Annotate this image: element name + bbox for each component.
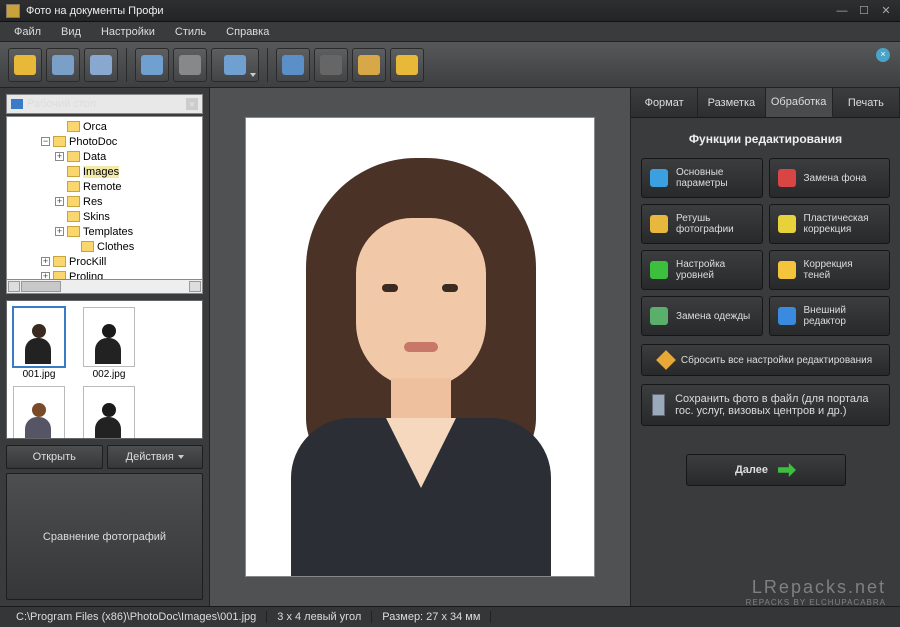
edit-bars-icon[interactable]: Настройка уровней bbox=[641, 250, 763, 290]
edit-gear-icon[interactable]: Основные параметры bbox=[641, 158, 763, 198]
preview-area bbox=[210, 88, 630, 606]
folder-tree[interactable]: Orca−PhotoDoc+Data Images Remote+Res Ski… bbox=[6, 116, 203, 280]
home-icon[interactable] bbox=[352, 48, 386, 82]
print-icon[interactable] bbox=[84, 48, 118, 82]
gear-icon bbox=[650, 169, 668, 187]
edit-flag-icon[interactable]: Замена фона bbox=[769, 158, 891, 198]
floppy-icon bbox=[652, 394, 665, 416]
window-title: Фото на документы Профи bbox=[26, 5, 828, 17]
edit-wand-icon[interactable]: Пластическая коррекция bbox=[769, 204, 891, 244]
location-combo[interactable]: Рабочий стол ▾ bbox=[6, 94, 203, 114]
photo-preview[interactable] bbox=[245, 117, 595, 577]
folder-icon bbox=[67, 121, 80, 132]
folder-icon bbox=[67, 151, 80, 162]
status-size: Размер: 27 x 34 мм bbox=[372, 611, 491, 623]
menu-Настройки[interactable]: Настройки bbox=[91, 24, 165, 40]
bars-icon bbox=[650, 261, 668, 279]
open-button[interactable]: Открыть bbox=[6, 445, 103, 469]
close-button[interactable]: ✕ bbox=[878, 4, 894, 18]
tree-scrollbar[interactable] bbox=[6, 280, 203, 294]
maximize-button[interactable]: ☐ bbox=[856, 4, 872, 18]
menubar: ФайлВидНастройкиСтильСправка bbox=[0, 22, 900, 42]
actions-button[interactable]: Действия bbox=[107, 445, 204, 469]
tree-item[interactable]: +Templates bbox=[7, 224, 202, 239]
thumbnail[interactable]: 6.jpg bbox=[81, 386, 137, 439]
folder-icon bbox=[67, 166, 80, 177]
tab-Печать[interactable]: Печать bbox=[833, 88, 900, 117]
tree-item[interactable]: Images bbox=[7, 164, 202, 179]
folder-icon bbox=[67, 211, 80, 222]
eraser-icon bbox=[656, 350, 676, 370]
titlebar: Фото на документы Профи ― ☐ ✕ bbox=[0, 0, 900, 22]
folder-icon bbox=[67, 196, 80, 207]
statusbar: C:\Program Files (x86)\PhotoDoc\Images\0… bbox=[0, 606, 900, 627]
preview-icon[interactable] bbox=[211, 48, 259, 82]
menu-Справка[interactable]: Справка bbox=[216, 24, 279, 40]
save-icon[interactable] bbox=[46, 48, 80, 82]
folder-icon bbox=[53, 256, 66, 267]
thumbnail[interactable]: 001.jpg bbox=[11, 307, 67, 380]
location-combo-label: Рабочий стол bbox=[27, 98, 96, 110]
tab-Разметка[interactable]: Разметка bbox=[698, 88, 765, 117]
tree-item[interactable]: Remote bbox=[7, 179, 202, 194]
menu-Файл[interactable]: Файл bbox=[4, 24, 51, 40]
next-button[interactable]: Далее bbox=[686, 454, 846, 486]
edit-bulb-icon[interactable]: Коррекция теней bbox=[769, 250, 891, 290]
tree-item[interactable]: +Res bbox=[7, 194, 202, 209]
folder-icon bbox=[53, 136, 66, 147]
help-icon[interactable] bbox=[276, 48, 310, 82]
minimize-button[interactable]: ― bbox=[834, 4, 850, 18]
status-path: C:\Program Files (x86)\PhotoDoc\Images\0… bbox=[6, 611, 267, 623]
monitor-icon bbox=[778, 307, 796, 325]
status-corner: 3 x 4 левый угол bbox=[267, 611, 372, 623]
edit-panel: Функции редактирования Основные параметр… bbox=[631, 118, 900, 496]
film-icon[interactable] bbox=[314, 48, 348, 82]
app-icon bbox=[6, 4, 20, 18]
camera-icon[interactable] bbox=[173, 48, 207, 82]
tree-item[interactable]: −PhotoDoc bbox=[7, 134, 202, 149]
thumbnail[interactable]: 003.jpg bbox=[11, 386, 67, 439]
chevron-down-icon bbox=[178, 455, 184, 459]
palette-icon bbox=[650, 215, 668, 233]
tab-Обработка[interactable]: Обработка bbox=[766, 88, 833, 117]
toolbar: × bbox=[0, 42, 900, 88]
edit-palette-icon[interactable]: Ретушь фотографии bbox=[641, 204, 763, 244]
tree-item[interactable]: Skins bbox=[7, 209, 202, 224]
right-panel: ФорматРазметкаОбработкаПечать Функции ре… bbox=[630, 88, 900, 606]
menu-Стиль[interactable]: Стиль bbox=[165, 24, 216, 40]
compare-button[interactable]: Сравнение фотографий bbox=[6, 473, 203, 600]
tree-item[interactable]: +ProcKill bbox=[7, 254, 202, 269]
tree-item[interactable]: +Data bbox=[7, 149, 202, 164]
tree-item[interactable]: Clothes bbox=[7, 239, 202, 254]
flag-icon bbox=[778, 169, 796, 187]
tabs: ФорматРазметкаОбработкаПечать bbox=[631, 88, 900, 118]
folder-icon bbox=[67, 226, 80, 237]
people-icon bbox=[650, 307, 668, 325]
save-to-file-button[interactable]: Сохранить фото в файл (для портала гос. … bbox=[641, 384, 890, 426]
folder-open-icon[interactable] bbox=[8, 48, 42, 82]
edit-monitor-icon[interactable]: Внешний редактор bbox=[769, 296, 891, 336]
panel-title: Функции редактирования bbox=[641, 132, 890, 146]
arrow-right-icon bbox=[778, 463, 796, 477]
watermark: LRepacks.net REPACKS BY ELCHUPACABRA bbox=[746, 577, 886, 607]
monitor-icon bbox=[11, 99, 23, 109]
wand-icon bbox=[778, 215, 796, 233]
panel-close-icon[interactable]: × bbox=[876, 48, 890, 62]
tab-Формат[interactable]: Формат bbox=[631, 88, 698, 117]
folder-icon bbox=[81, 241, 94, 252]
edit-people-icon[interactable]: Замена одежды bbox=[641, 296, 763, 336]
thumbnail[interactable]: 002.jpg bbox=[81, 307, 137, 380]
chevron-down-icon: ▾ bbox=[186, 98, 198, 110]
left-panel: Рабочий стол ▾ Orca−PhotoDoc+Data Images… bbox=[0, 88, 210, 606]
settings-icon[interactable] bbox=[135, 48, 169, 82]
folder-icon bbox=[53, 271, 66, 280]
tree-item[interactable]: +Proling bbox=[7, 269, 202, 280]
tree-item[interactable]: Orca bbox=[7, 119, 202, 134]
bulb-icon bbox=[778, 261, 796, 279]
thumbnail-grid: 001.jpg002.jpg003.jpg6.jpg9.jpg bbox=[6, 300, 203, 439]
menu-Вид[interactable]: Вид bbox=[51, 24, 91, 40]
reset-button[interactable]: Сбросить все настройки редактирования bbox=[641, 344, 890, 376]
cart-icon[interactable] bbox=[390, 48, 424, 82]
folder-icon bbox=[67, 181, 80, 192]
